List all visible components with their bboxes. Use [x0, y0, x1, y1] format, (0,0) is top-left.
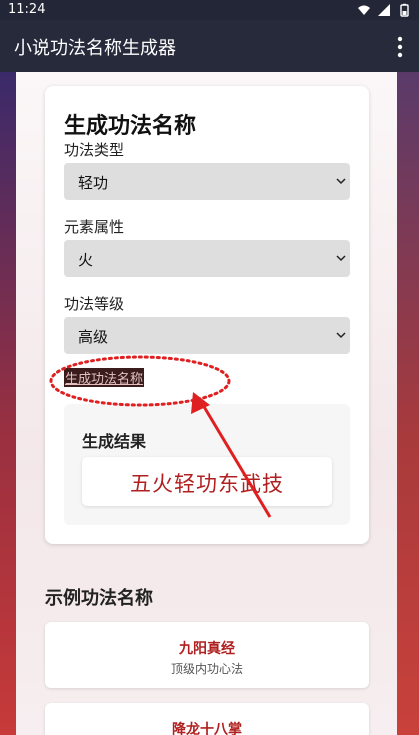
level-select[interactable]: 高级 [64, 317, 350, 354]
right-background-strip [397, 72, 419, 735]
example-card: 降龙十八掌 [45, 703, 369, 735]
left-background-strip [0, 72, 16, 735]
app-bar: 小说功法名称生成器 [0, 20, 419, 72]
level-label: 功法等级 [64, 295, 125, 313]
element-select-value: 火 [78, 251, 94, 269]
chevron-down-icon [336, 178, 346, 185]
type-select[interactable]: 轻功 [64, 163, 350, 200]
wifi-icon [358, 5, 370, 15]
example-name: 降龙十八掌 [172, 722, 242, 735]
status-time: 11:24 [8, 2, 46, 17]
type-select-value: 轻功 [78, 174, 109, 192]
status-icons [357, 3, 411, 17]
examples-title: 示例功法名称 [45, 588, 153, 609]
more-vert-icon[interactable] [397, 36, 403, 58]
element-select[interactable]: 火 [64, 240, 350, 277]
level-select-value: 高级 [78, 328, 109, 346]
result-heading: 生成结果 [82, 432, 147, 451]
status-bar: 11:24 [0, 0, 419, 20]
signal-icon [378, 4, 390, 16]
generator-card: 生成功法名称 功法类型 轻功 元素属性 火 功法等级 高级 生成功法名称 生成结… [45, 86, 369, 544]
app-screen: 11:24 小说功法名称生成器 生成功法名称 功法类型 轻功 元素属性 火 功法… [0, 0, 419, 735]
type-label: 功法类型 [64, 141, 125, 159]
example-name: 九阳真经 [179, 641, 235, 657]
result-value-box: 五火轻功东武技 [82, 457, 332, 506]
element-label: 元素属性 [64, 218, 125, 236]
battery-icon [400, 3, 409, 17]
example-card: 九阳真经 顶级内功心法 [45, 622, 369, 688]
chevron-down-icon [336, 332, 346, 339]
card-title: 生成功法名称 [64, 114, 197, 139]
generate-button[interactable]: 生成功法名称 [64, 368, 145, 387]
chevron-down-icon [336, 255, 346, 262]
example-desc: 顶级内功心法 [170, 662, 243, 676]
app-title: 小说功法名称生成器 [14, 38, 176, 59]
result-value: 五火轻功东武技 [130, 472, 284, 496]
result-panel: 生成结果 五火轻功东武技 [64, 404, 350, 525]
